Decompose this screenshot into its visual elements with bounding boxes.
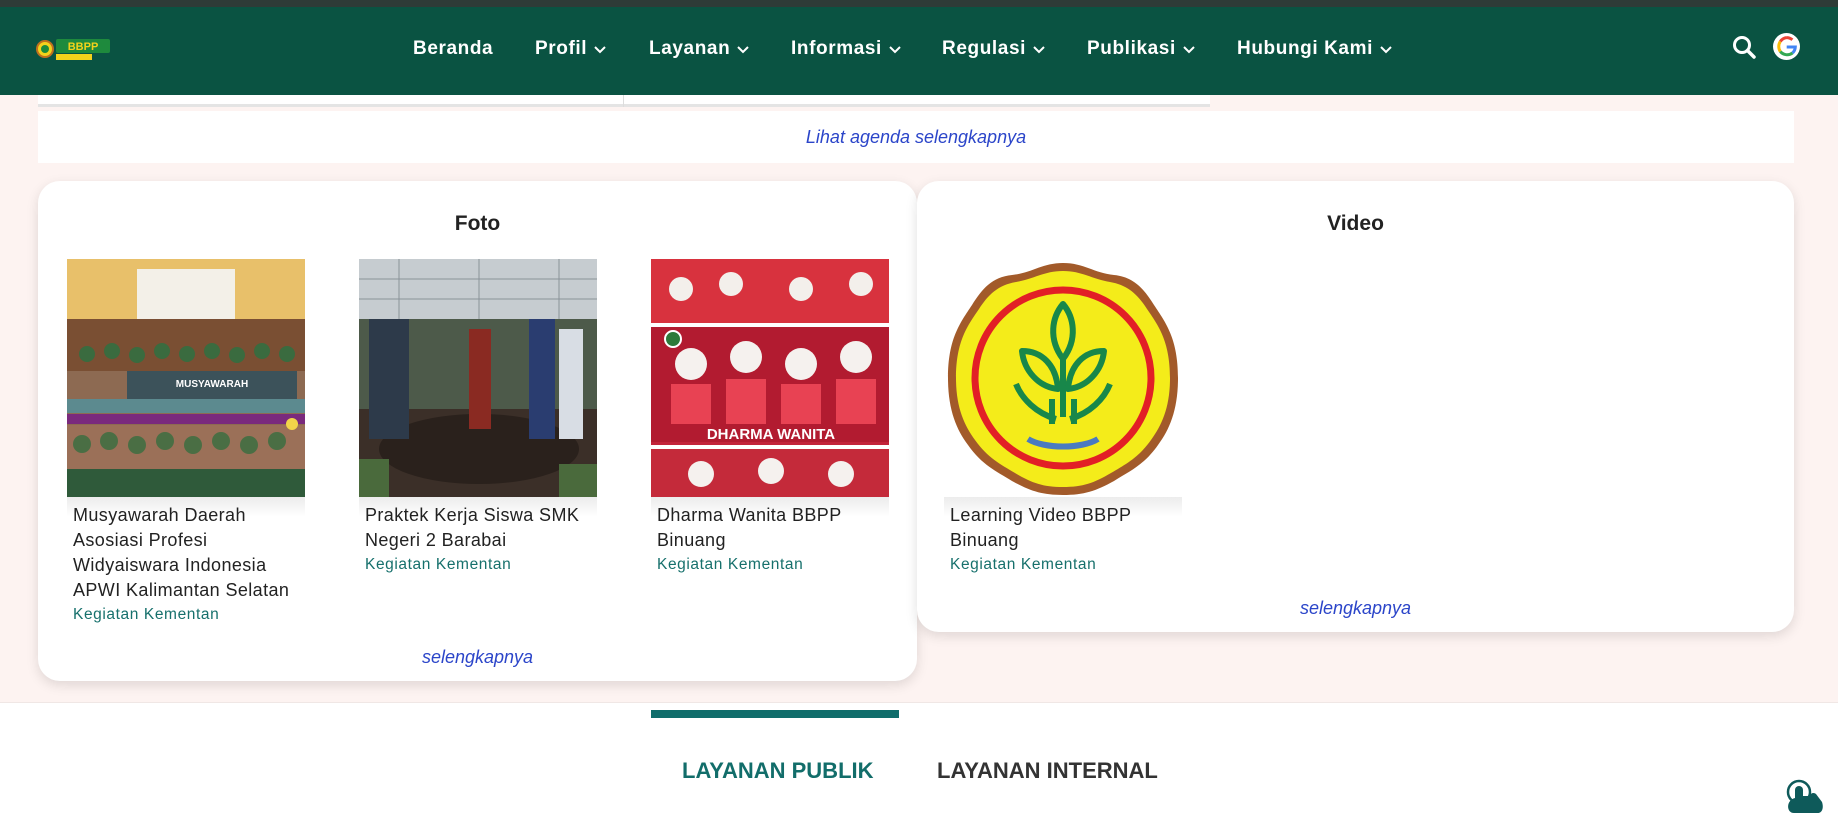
chevron-down-icon [1183,45,1195,53]
active-tab-indicator [651,710,899,718]
foto-thumbnail-musyawarah[interactable]: MUSYAWARAH [67,259,305,497]
services-section: LAYANAN PUBLIK LAYANAN INTERNAL [0,702,1838,813]
tab-layanan-publik[interactable]: LAYANAN PUBLIK [682,758,874,784]
chevron-down-icon [889,45,901,53]
nav-hubungi-kami-label: Hubungi Kami [1237,38,1373,59]
foto-thumbnail-praktek[interactable] [359,259,597,497]
nav-layanan[interactable]: Layanan [649,38,750,60]
chevron-down-icon [1380,45,1392,53]
chevron-down-icon [1033,45,1045,53]
foto-thumbnail-dharma-wanita[interactable]: DHARMA WANITA [651,259,889,497]
nav-beranda[interactable]: Beranda [413,38,493,60]
nav-hubungi-kami[interactable]: Hubungi Kami [1237,38,1392,60]
chevron-down-icon [737,45,750,53]
foto-image-text: MUSYAWARAH [176,379,248,390]
pointer-hand-icon[interactable] [1780,778,1824,813]
foto-caption[interactable]: Praktek Kerja Siswa SMK Negeri 2 Barabai [359,497,597,553]
bbpp-logo-icon[interactable]: BBPP [36,35,112,63]
nav-informasi-label: Informasi [791,38,882,59]
foto-category[interactable]: Kegiatan Kementan [651,553,889,574]
foto-title: Foto [454,212,501,235]
agenda-divider [623,95,624,107]
foto-image-text: DHARMA WANITA [707,426,835,443]
nav-regulasi-label: Regulasi [942,38,1026,59]
svg-text:BBPP: BBPP [68,41,99,53]
nav-profil-label: Profil [535,38,588,59]
video-title: Video [1327,212,1384,235]
main-navbar: BBPP Beranda Profil Layanan Informasi Re… [0,7,1838,95]
google-icon[interactable] [1773,33,1800,60]
foto-item[interactable]: MUSYAWARAH Musyawarah Daerah Asosiasi Pr… [67,259,305,624]
video-category[interactable]: Kegiatan Kementan [944,553,1182,574]
nav-beranda-label: Beranda [413,38,494,59]
video-card: Video Learning Video BBPP Binuang Kegiat… [917,181,1794,632]
nav-regulasi[interactable]: Regulasi [942,38,1045,60]
foto-item[interactable]: DHARMA WANITA Dharma Wanita BBPP Binuang… [651,259,889,574]
video-thumbnail-kementan-logo[interactable] [944,259,1182,497]
nav-profil[interactable]: Profil [535,38,606,60]
agenda-more-link[interactable]: Lihat agenda selengkapnya [38,127,1794,148]
foto-caption[interactable]: Musyawarah Daerah Asosiasi Profesi Widya… [67,497,305,603]
foto-category[interactable]: Kegiatan Kementan [359,553,597,574]
foto-card: Foto MUSYAWARAH Musyawarah Daerah Asosia… [38,181,917,681]
nav-publikasi-label: Publikasi [1087,38,1176,59]
agenda-table-fragment [38,95,1210,107]
nav-publikasi[interactable]: Publikasi [1087,38,1195,60]
tab-layanan-internal[interactable]: LAYANAN INTERNAL [937,758,1158,784]
agenda-more-box: Lihat agenda selengkapnya [38,111,1794,163]
top-strip [0,0,1838,7]
video-item[interactable]: Learning Video BBPP Binuang Kegiatan Kem… [944,259,1182,574]
video-more-link[interactable]: selengkapnya [917,598,1794,619]
foto-category[interactable]: Kegiatan Kementan [67,603,305,624]
nav-informasi[interactable]: Informasi [791,38,901,60]
foto-item[interactable]: Praktek Kerja Siswa SMK Negeri 2 Barabai… [359,259,597,574]
nav-layanan-label: Layanan [649,38,731,59]
chevron-down-icon [594,45,606,53]
search-icon[interactable] [1732,35,1757,60]
foto-caption[interactable]: Dharma Wanita BBPP Binuang [651,497,889,553]
foto-more-link[interactable]: selengkapnya [38,647,917,668]
video-caption[interactable]: Learning Video BBPP Binuang [944,497,1182,553]
